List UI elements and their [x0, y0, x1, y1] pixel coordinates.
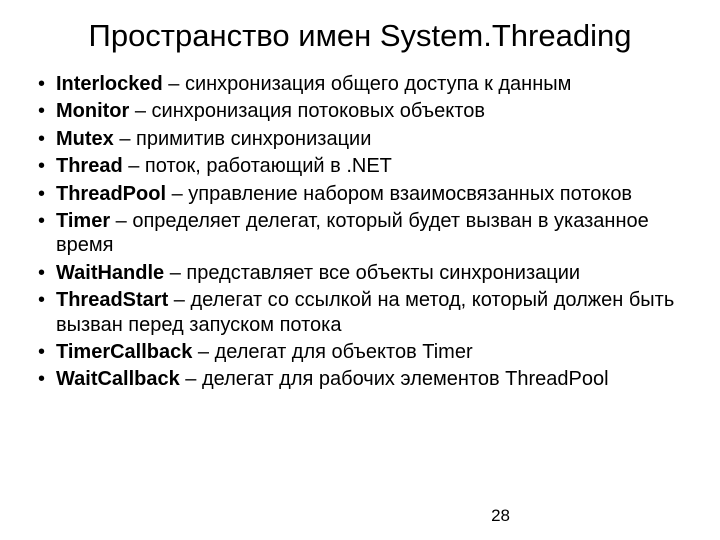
desc: – управление набором взаимосвязанных пот… — [166, 183, 632, 205]
desc: – делегат для объектов Timer — [192, 341, 472, 363]
page-number: 28 — [491, 506, 510, 526]
list-item: ThreadStart – делегат со ссылкой на мето… — [34, 288, 692, 337]
desc: – синхронизация общего доступа к данным — [163, 73, 572, 95]
term: Interlocked — [56, 73, 163, 95]
list-item: Thread – поток, работающий в .NET — [34, 154, 692, 178]
slide-title: Пространство имен System.Threading — [28, 18, 692, 54]
term: Timer — [56, 210, 110, 232]
term: Thread — [56, 155, 123, 177]
desc: – представляет все объекты синхронизации — [164, 262, 580, 284]
term: Mutex — [56, 128, 114, 150]
bullet-list: Interlocked – синхронизация общего досту… — [28, 72, 692, 392]
term: ThreadStart — [56, 289, 168, 311]
list-item: Mutex – примитив синхронизации — [34, 127, 692, 151]
list-item: Interlocked – синхронизация общего досту… — [34, 72, 692, 96]
term: ThreadPool — [56, 183, 166, 205]
list-item: TimerCallback – делегат для объектов Tim… — [34, 340, 692, 364]
list-item: Timer – определяет делегат, который буде… — [34, 209, 692, 258]
desc: – примитив синхронизации — [114, 128, 372, 150]
term: WaitHandle — [56, 262, 164, 284]
list-item: WaitHandle – представляет все объекты си… — [34, 261, 692, 285]
term: WaitCallback — [56, 368, 180, 390]
desc: – синхронизация потоковых объектов — [129, 100, 485, 122]
list-item: Monitor – синхронизация потоковых объект… — [34, 99, 692, 123]
desc: – делегат для рабочих элементов ThreadPo… — [180, 368, 609, 390]
term: Monitor — [56, 100, 129, 122]
desc: – определяет делегат, который будет вызв… — [56, 210, 649, 256]
term: TimerCallback — [56, 341, 192, 363]
desc: – поток, работающий в .NET — [123, 155, 392, 177]
list-item: WaitCallback – делегат для рабочих элеме… — [34, 367, 692, 391]
list-item: ThreadPool – управление набором взаимосв… — [34, 182, 692, 206]
